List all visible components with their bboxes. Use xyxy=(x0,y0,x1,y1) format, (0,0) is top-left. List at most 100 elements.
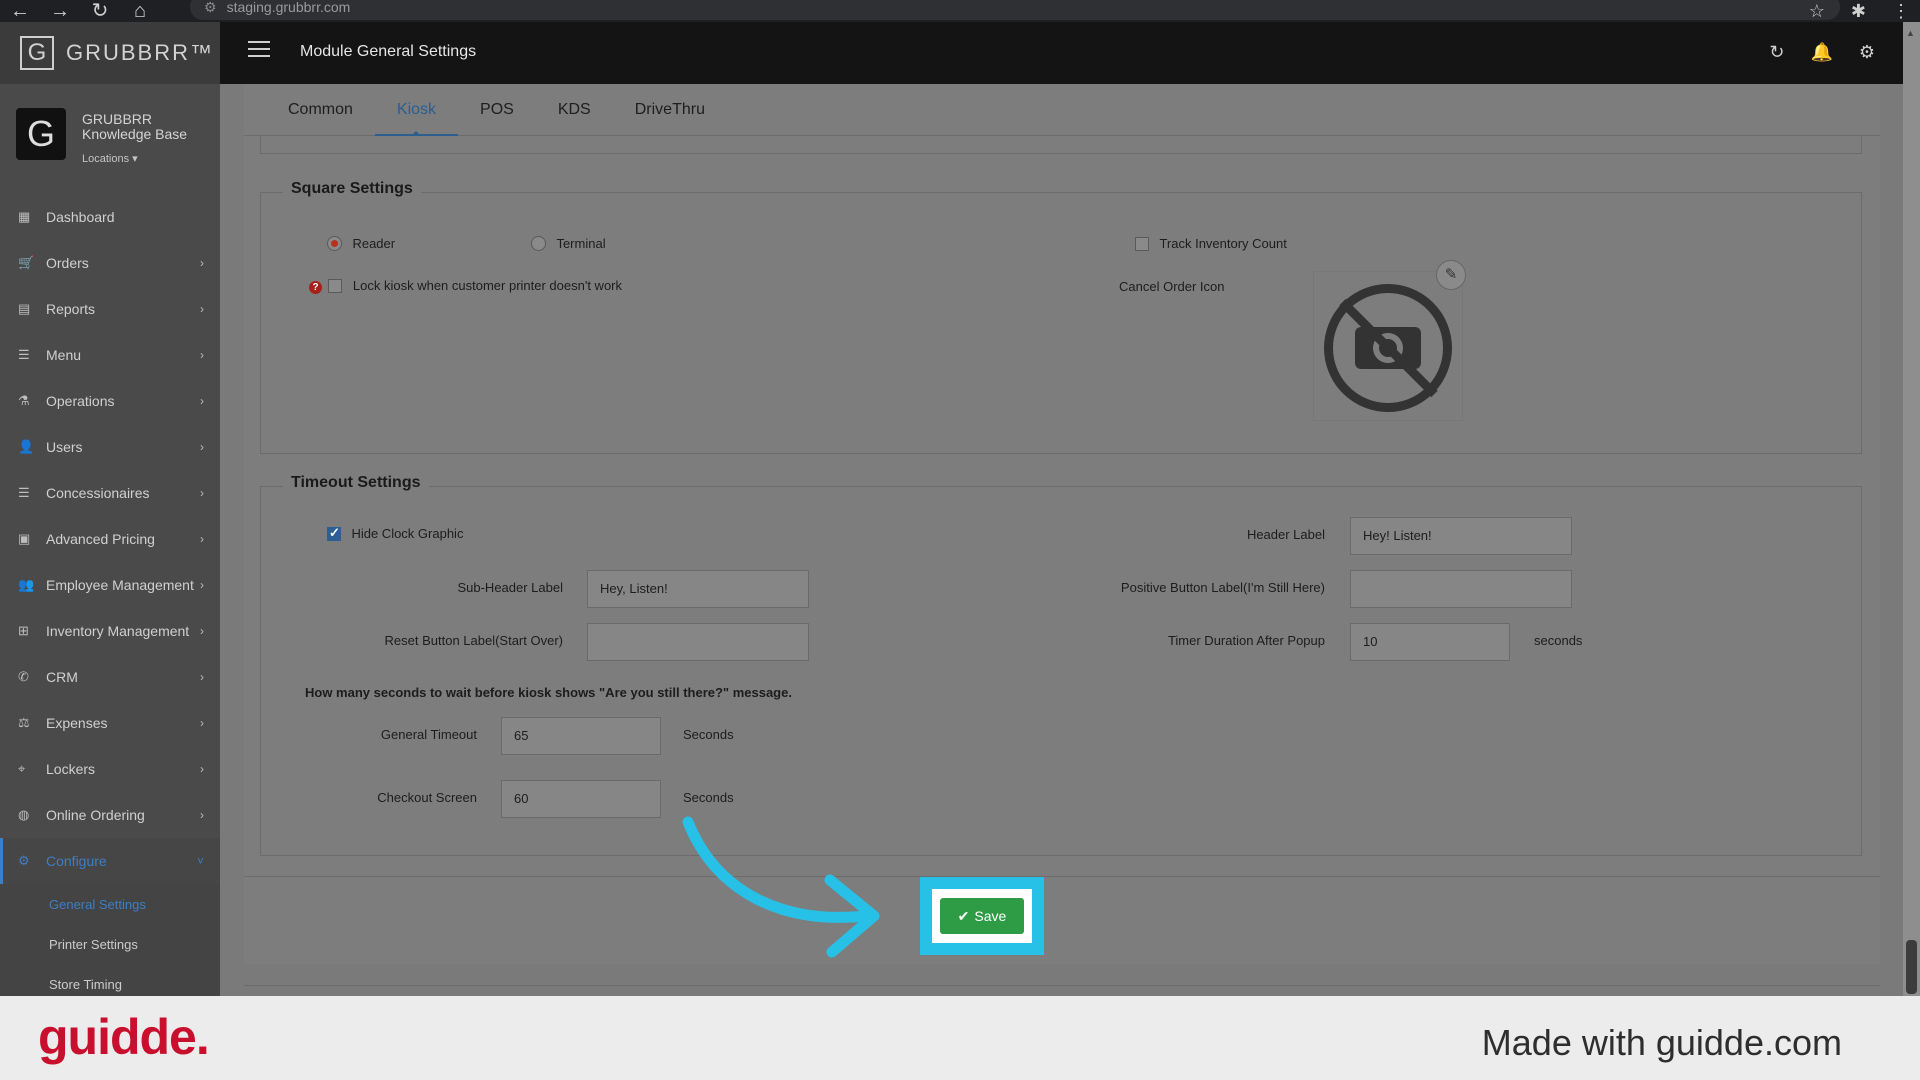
sidebar-subitem-printer-settings[interactable]: Printer Settings xyxy=(0,924,220,964)
square-settings-title: Square Settings xyxy=(283,180,421,198)
positive-button-label-input[interactable] xyxy=(1350,570,1572,608)
checkout-screen-input[interactable]: 60 xyxy=(501,780,661,818)
sidebar-item-advanced-pricing[interactable]: ▣ Advanced Pricing › xyxy=(0,516,220,562)
hide-clock-option[interactable]: Hide Clock Graphic xyxy=(327,525,463,543)
refresh-icon[interactable]: ↻ xyxy=(1769,42,1784,63)
reset-button-label-input[interactable] xyxy=(587,623,809,661)
page-bottom-divider xyxy=(244,985,1880,986)
made-with-text: Made with guidde.com xyxy=(1481,1022,1842,1063)
guidde-logo: guidde. xyxy=(38,1009,210,1065)
scrollbar-thumb[interactable] xyxy=(1906,940,1917,994)
general-timeout-input[interactable]: 65 xyxy=(501,717,661,755)
header-label-input[interactable]: Hey! Listen! xyxy=(1350,517,1572,555)
sidebar-item-label: Advanced Pricing xyxy=(46,531,155,547)
dashboard-icon: ▦ xyxy=(18,209,31,224)
locations-dropdown[interactable]: Locations ▾ xyxy=(82,152,138,165)
page-scrollbar[interactable] xyxy=(1903,22,1920,996)
square-settings-panel: Square Settings Reader Terminal Track In… xyxy=(260,180,1862,454)
tab-pos[interactable]: POS xyxy=(458,84,536,136)
chevron-right-icon: › xyxy=(200,440,204,454)
bookmark-star-icon[interactable]: ☆ xyxy=(1809,1,1825,22)
sidebar-item-label: Employee Management xyxy=(46,577,194,593)
track-inventory-checkbox[interactable] xyxy=(1135,236,1149,251)
sidebar-item-reports[interactable]: ▤ Reports › xyxy=(0,286,220,332)
avatar: G xyxy=(16,108,66,160)
sidebar-item-users[interactable]: 👤 Users › xyxy=(0,424,220,470)
guidde-footer: guidde. Made with guidde.com xyxy=(0,996,1920,1080)
previous-section-edge xyxy=(260,136,1862,154)
address-bar[interactable]: ⚙ staging.grubbrr.com xyxy=(190,0,1840,20)
cancel-order-icon-preview: ✎ xyxy=(1313,260,1466,421)
lock-kiosk-checkbox[interactable] xyxy=(328,278,343,293)
sidebar-item-menu[interactable]: ☰ Menu › xyxy=(0,332,220,378)
scroll-up-arrow-icon[interactable]: ▲ xyxy=(1906,28,1915,38)
lock-kiosk-label: Lock kiosk when customer printer doesn't… xyxy=(352,278,623,293)
globe-icon: ◍ xyxy=(18,807,30,822)
terminal-radio[interactable] xyxy=(531,236,546,252)
site-info-icon[interactable]: ⚙ xyxy=(204,0,217,16)
tab-kiosk[interactable]: Kiosk xyxy=(374,84,459,136)
locker-icon: ⌖ xyxy=(18,761,26,776)
browser-toolbar: ← → ↻ ⌂ ⚙ staging.grubbrr.com ☆ ✱ ⋮ xyxy=(0,0,1920,22)
logo[interactable]: G GRUBBRR™ xyxy=(0,22,220,84)
tab-kds[interactable]: KDS xyxy=(536,84,613,136)
chevron-right-icon: › xyxy=(200,256,204,270)
timer-duration-input[interactable]: 10 xyxy=(1350,623,1510,661)
sidebar-item-lockers[interactable]: ⌖ Lockers › xyxy=(0,746,220,792)
help-icon[interactable]: ? xyxy=(309,281,322,294)
hide-clock-checkbox[interactable] xyxy=(327,525,341,541)
reader-radio[interactable] xyxy=(327,236,342,252)
chevron-right-icon: › xyxy=(200,624,204,638)
chevron-right-icon: › xyxy=(200,348,204,362)
home-icon[interactable]: ⌂ xyxy=(120,0,160,22)
sidebar-item-employee-management[interactable]: 👥 Employee Management › xyxy=(0,562,220,608)
gear-icon[interactable]: ⚙ xyxy=(1859,42,1875,63)
tab-drivethru[interactable]: DriveThru xyxy=(613,84,727,136)
sidebar-item-label: Operations xyxy=(46,393,115,409)
sidebar-item-operations[interactable]: ⚗ Operations › xyxy=(0,378,220,424)
reader-option[interactable]: Reader xyxy=(327,235,395,253)
extensions-icon[interactable]: ✱ xyxy=(1851,1,1866,22)
annotation-arrow-icon xyxy=(682,816,880,958)
sidebar-item-crm[interactable]: ✆ CRM › xyxy=(0,654,220,700)
pencil-icon[interactable]: ✎ xyxy=(1436,260,1466,290)
timeout-settings-panel: Timeout Settings Hide Clock Graphic Head… xyxy=(260,474,1862,856)
arrow-left-icon[interactable]: ← xyxy=(0,0,40,22)
sidebar-item-inventory-management[interactable]: ⊞ Inventory Management › xyxy=(0,608,220,654)
sidebar-item-concessionaires[interactable]: ☰ Concessionaires › xyxy=(0,470,220,516)
checkout-screen-label: Checkout Screen xyxy=(377,790,477,805)
sidebar-item-label: Configure xyxy=(46,853,107,869)
chevron-right-icon: › xyxy=(200,808,204,822)
sidebar-subitem-general-settings[interactable]: General Settings xyxy=(0,884,220,924)
reset-button-label-label: Reset Button Label(Start Over) xyxy=(384,633,563,648)
tab-common[interactable]: Common xyxy=(266,84,375,136)
settings-tabs: Common Kiosk POS KDS DriveThru xyxy=(244,84,1880,136)
arrow-right-icon[interactable]: → xyxy=(40,0,80,22)
sidebar-item-expenses[interactable]: ⚖ Expenses › xyxy=(0,700,220,746)
sidebar-item-configure[interactable]: ⚙ Configure ˅ xyxy=(0,838,220,884)
profile-name: GRUBBRR Knowledge Base xyxy=(82,111,188,142)
app-header: G GRUBBRR™ Module General Settings ↻ 🔔 ⚙ xyxy=(0,22,1903,84)
reload-icon[interactable]: ↻ xyxy=(80,0,120,22)
terminal-option[interactable]: Terminal xyxy=(531,235,606,253)
sidebar-item-dashboard[interactable]: ▦ Dashboard xyxy=(0,194,220,240)
cancel-order-icon-label: Cancel Order Icon xyxy=(1119,279,1225,294)
timeout-settings-title: Timeout Settings xyxy=(283,474,429,492)
sitemap-icon: ⊞ xyxy=(18,623,29,638)
sub-header-label-input[interactable]: Hey, Listen! xyxy=(587,570,809,608)
track-inventory-option[interactable]: Track Inventory Count xyxy=(1135,235,1287,253)
sub-header-label-label: Sub-Header Label xyxy=(457,580,563,595)
chevron-right-icon: › xyxy=(200,670,204,684)
save-button[interactable]: ✔ Save xyxy=(940,898,1024,934)
lock-kiosk-option[interactable]: ? Lock kiosk when customer printer doesn… xyxy=(309,277,622,295)
bell-icon[interactable]: 🔔 xyxy=(1810,42,1832,63)
hamburger-menu-icon[interactable] xyxy=(248,41,270,62)
sidebar-subitem-store-timing[interactable]: Store Timing xyxy=(0,964,220,996)
sidebar-item-online-ordering[interactable]: ◍ Online Ordering › xyxy=(0,792,220,838)
sidebar-item-label: Online Ordering xyxy=(46,807,145,823)
list-icon: ☰ xyxy=(18,347,30,362)
browser-menu-icon[interactable]: ⋮ xyxy=(1892,1,1910,22)
sidebar-item-orders[interactable]: 🛒 Orders › xyxy=(0,240,220,286)
configure-submenu: General Settings Printer Settings Store … xyxy=(0,884,220,996)
reader-label: Reader xyxy=(352,236,396,251)
